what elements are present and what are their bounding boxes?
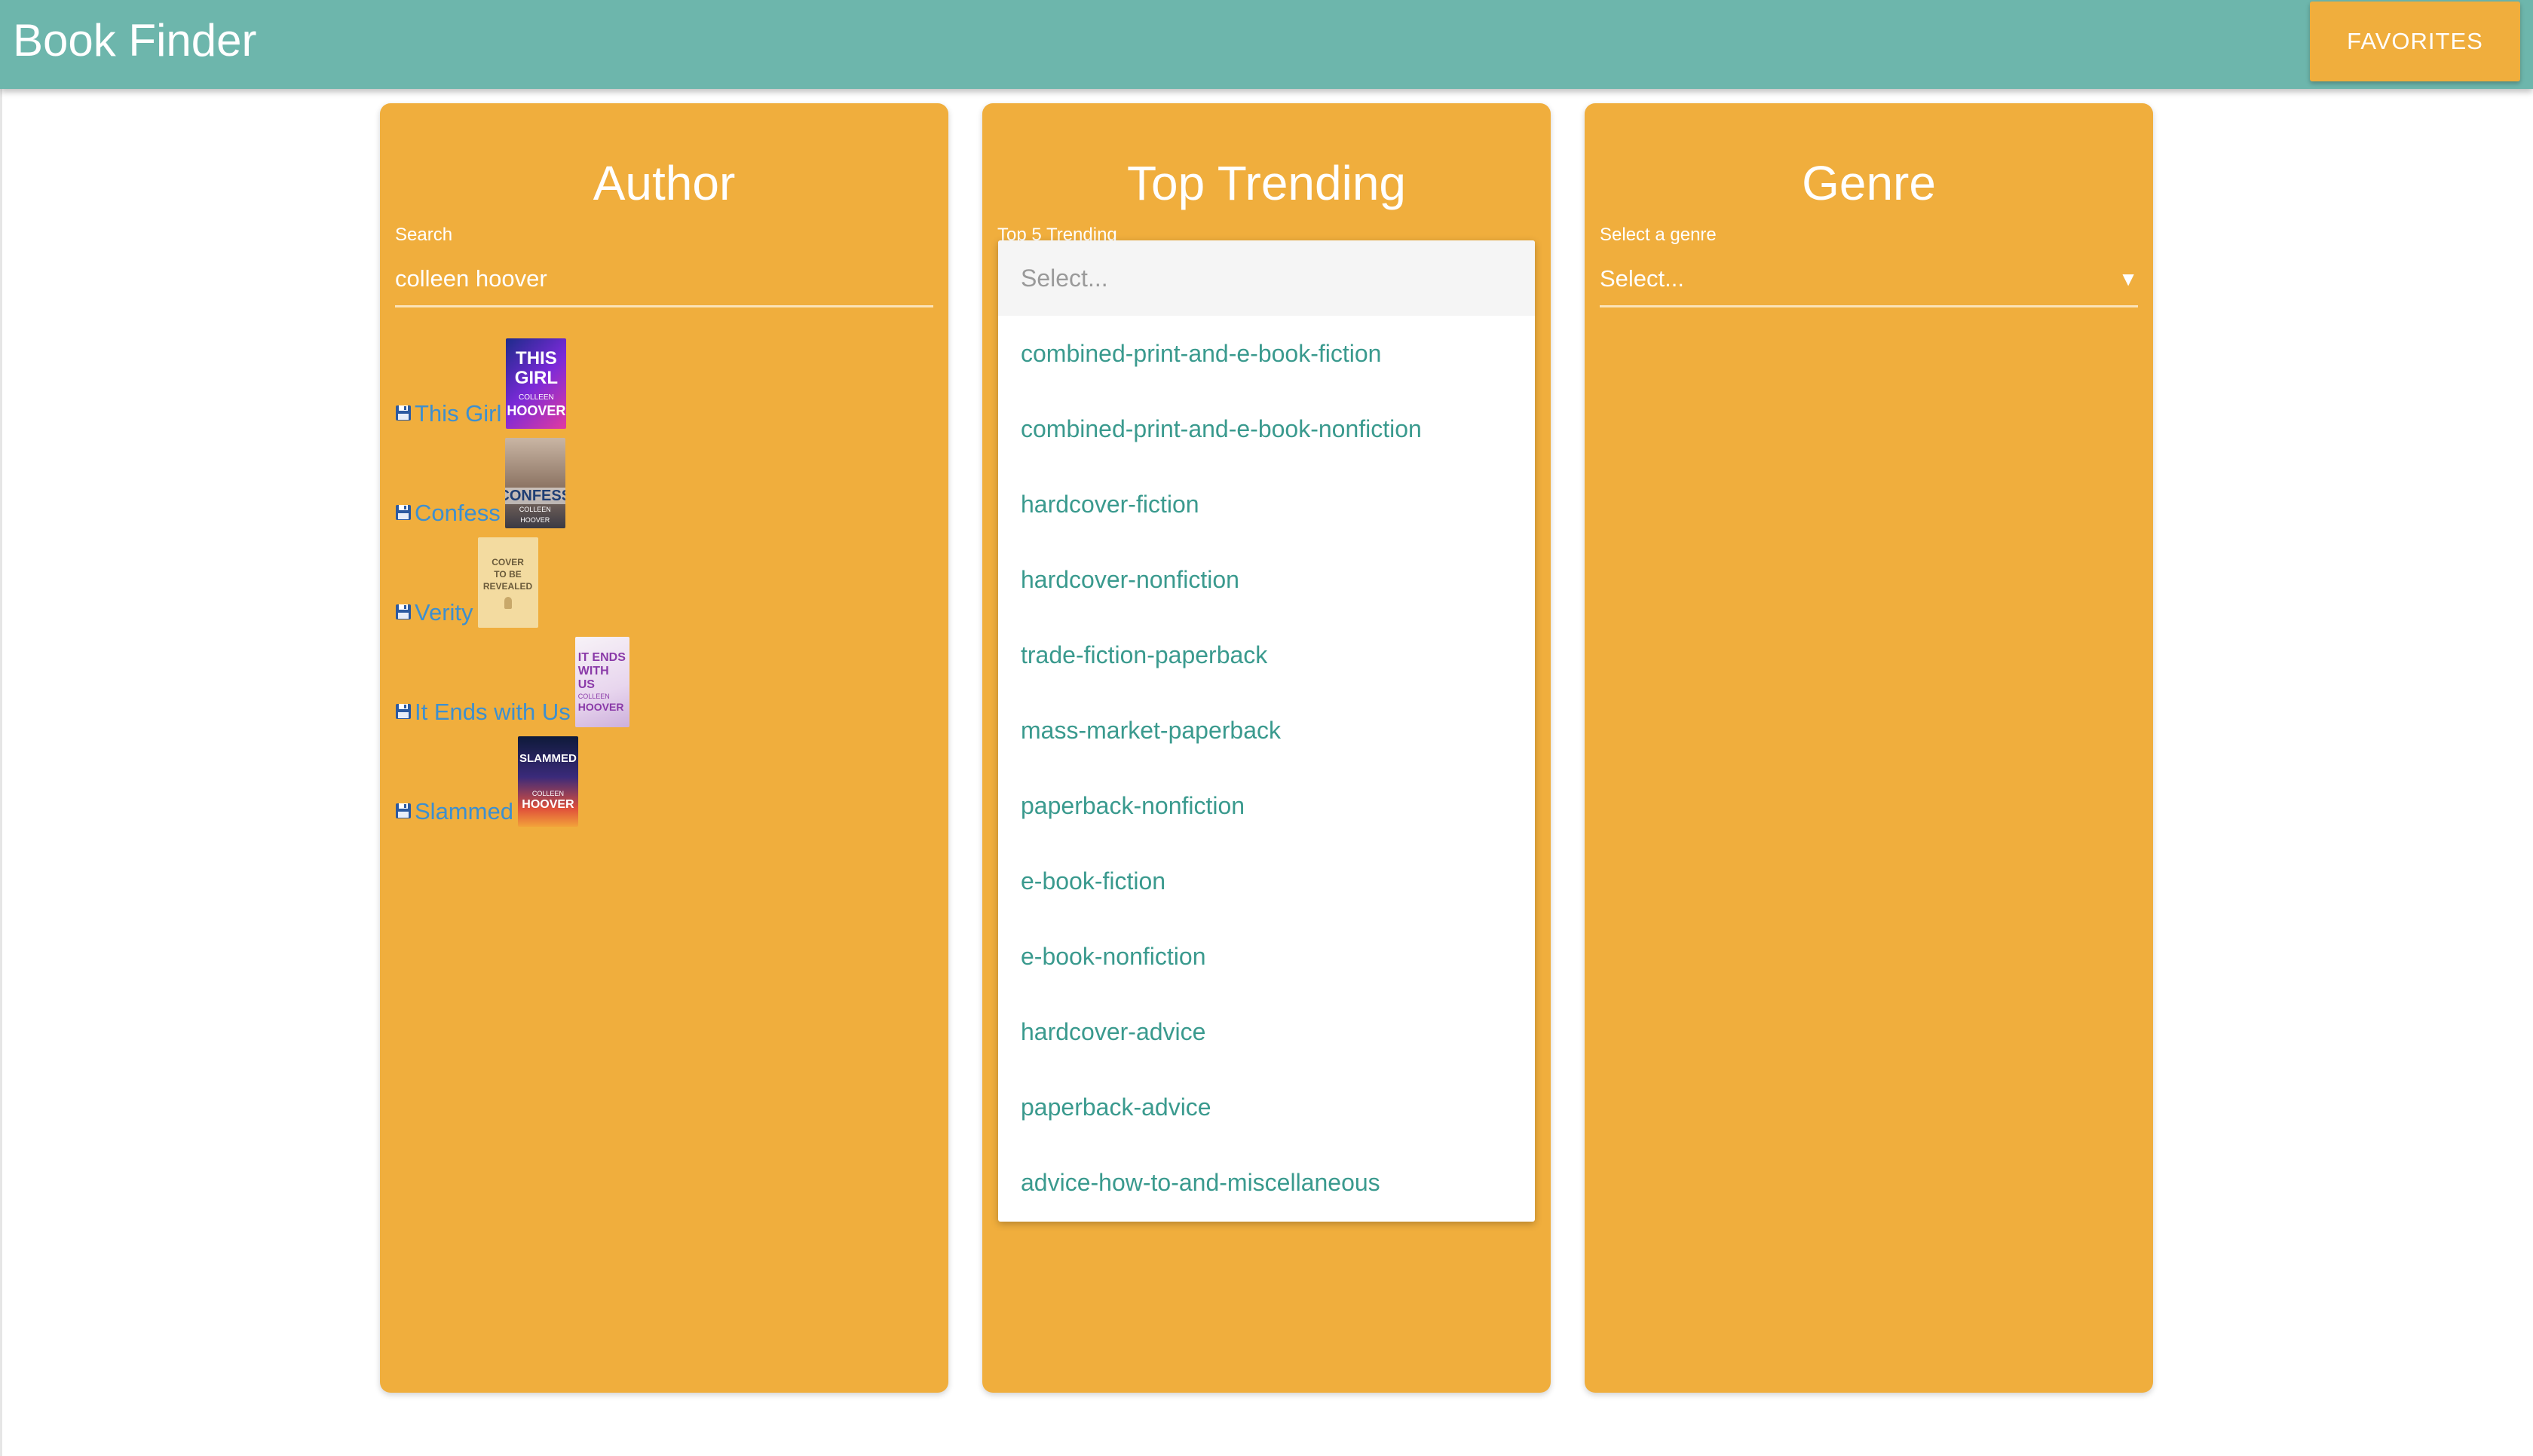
cover-text: HOOVER [577,701,624,713]
author-card: Author Search colleen hoover This Girl T… [380,103,948,1393]
cover-text: HOOVER [507,403,566,418]
favorites-button[interactable]: FAVORITES [2310,2,2520,81]
cover-text: REVEALED [482,581,533,592]
app-bar: Book Finder FAVORITES [0,0,2533,89]
dropdown-option[interactable]: hardcover-nonfiction [998,542,1535,617]
genre-card-title: Genre [1802,156,1936,210]
cover-text: HOOVER [522,798,574,811]
dropdown-arrow-icon[interactable]: ▼ [2118,252,2138,305]
genre-label: Select a genre [1600,225,1717,245]
dropdown-option[interactable]: combined-print-and-e-book-nonfiction [998,391,1535,466]
save-icon[interactable] [395,405,412,421]
page-edge [0,89,2,1456]
book-item[interactable]: Slammed SLAMMED COLLEEN HOOVER [395,736,578,827]
dropdown-option[interactable]: combined-print-and-e-book-fiction [998,316,1535,391]
cover-text: COLLEEN [519,393,554,402]
cover-text: COVER [492,557,524,567]
save-icon[interactable] [395,803,412,819]
author-card-title: Author [593,156,736,210]
book-cover: SLAMMED COLLEEN HOOVER [517,736,578,827]
book-item[interactable]: Verity COVER TO BE REVEALED [395,537,538,628]
cover-text: IT ENDS [577,651,626,664]
dropdown-option[interactable]: trade-fiction-paperback [998,617,1535,693]
book-title-link[interactable]: It Ends with Us [415,697,571,727]
dropdown-option[interactable]: e-book-fiction [998,843,1535,919]
app-title: Book Finder [13,15,257,66]
search-label: Search [395,225,453,245]
book-item[interactable]: It Ends with Us IT ENDS WITH US COLLEEN … [395,637,629,727]
book-cover: COVER TO BE REVEALED [477,537,538,628]
dropdown-option[interactable]: paperback-advice [998,1069,1535,1145]
trending-dropdown-menu[interactable]: Select... combined-print-and-e-book-fict… [998,240,1535,1222]
genre-select[interactable]: Select... ▼ [1600,252,2138,307]
trending-select-input[interactable]: Select... [998,240,1535,316]
save-icon[interactable] [395,604,412,620]
cover-text: THIS [516,348,557,369]
book-title-link[interactable]: This Girl [415,399,501,429]
genre-card: Genre Select a genre Select... ▼ [1585,103,2153,1393]
book-cover: IT ENDS WITH US COLLEEN HOOVER [574,637,629,727]
cover-text: GIRL [514,368,559,388]
dropdown-option[interactable]: hardcover-fiction [998,466,1535,542]
cover-text: US [577,678,595,691]
author-search-input[interactable]: colleen hoover [395,252,933,307]
book-title-link[interactable]: Slammed [415,797,513,827]
cover-figure-icon [504,597,512,609]
book-cover: THIS GIRL COLLEEN HOOVER [506,338,567,429]
cover-text: TO BE [494,569,522,580]
cover-text: COLLEEN [577,693,610,700]
dropdown-option[interactable]: mass-market-paperback [998,693,1535,768]
dropdown-option[interactable]: hardcover-advice [998,994,1535,1069]
dropdown-option[interactable]: e-book-nonfiction [998,919,1535,994]
book-title-link[interactable]: Confess [415,498,501,528]
book-item[interactable]: Confess CONFESS COLLEEN HOOVER [395,438,565,528]
book-cover: CONFESS COLLEEN HOOVER [504,438,565,528]
save-icon[interactable] [395,504,412,521]
save-icon[interactable] [395,703,412,720]
book-title-link[interactable]: Verity [415,598,473,628]
cover-text: WITH [577,665,609,678]
dropdown-option[interactable]: paperback-nonfiction [998,768,1535,843]
book-item[interactable]: This Girl THIS GIRL COLLEEN HOOVER [395,338,567,429]
cover-text: COLLEEN [531,790,564,797]
dropdown-option[interactable]: advice-how-to-and-miscellaneous [998,1145,1535,1220]
genre-select-value: Select... [1600,265,1684,292]
trending-card-title: Top Trending [1126,156,1407,210]
cover-text: SLAMMED [519,752,577,765]
cover-text: CONFESS [504,488,565,504]
cover-text: COLLEEN HOOVER [519,506,551,524]
